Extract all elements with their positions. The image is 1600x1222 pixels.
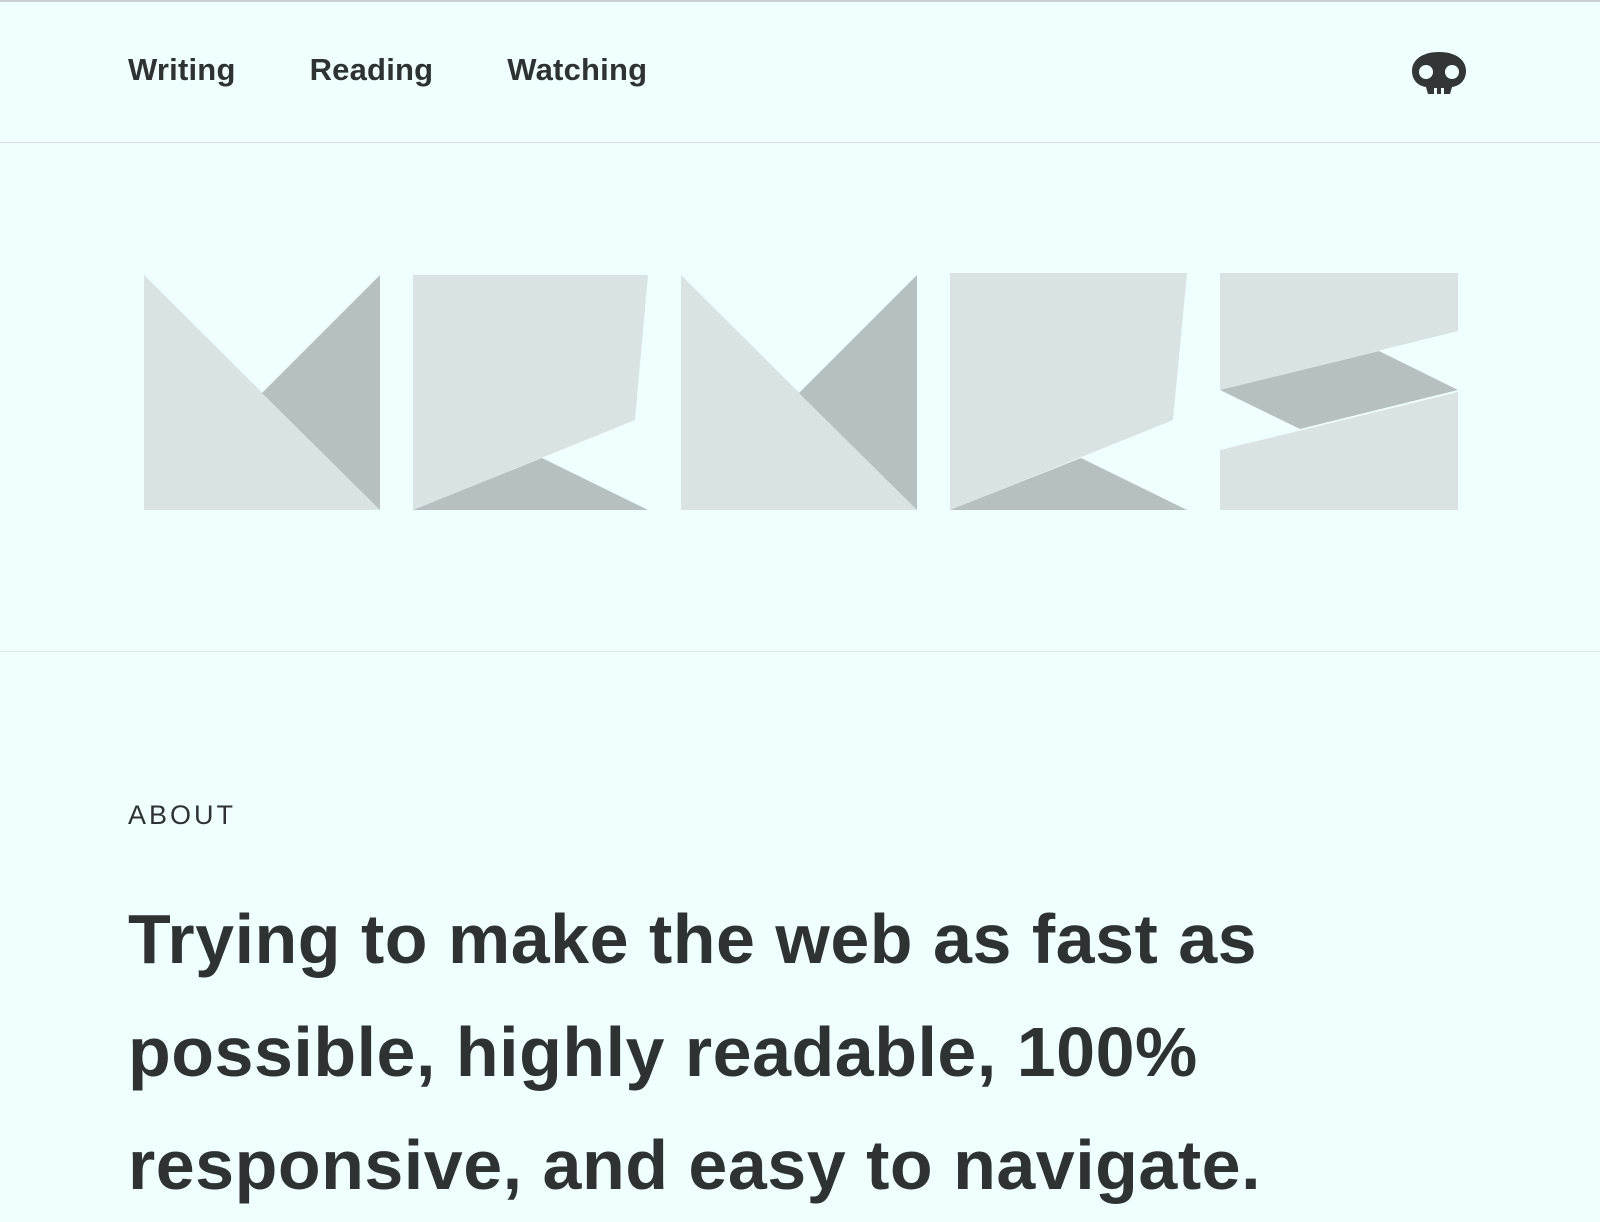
hero-tile-2 — [413, 275, 648, 510]
about-heading: ABOUT — [128, 800, 237, 830]
hero-tile-4 — [950, 273, 1187, 510]
hero-banner — [0, 143, 1600, 652]
nav-link-reading[interactable]: Reading — [310, 52, 434, 88]
hero-tile-1 — [144, 275, 380, 510]
about-statement: Trying to make the web as fast as possib… — [128, 900, 1262, 1204]
nav-link-writing[interactable]: Writing — [128, 52, 236, 88]
main-nav: Writing Reading Watching — [128, 52, 647, 88]
hero-tile-3 — [681, 275, 917, 510]
site-header: Writing Reading Watching — [0, 2, 1600, 143]
skull-icon[interactable] — [1410, 50, 1468, 94]
nav-link-watching[interactable]: Watching — [507, 52, 647, 88]
hero-geometric-art — [144, 273, 1458, 510]
hero-tile-5 — [1220, 273, 1458, 510]
about-section: ABOUT Trying to make the web as fast as … — [128, 800, 1468, 1222]
